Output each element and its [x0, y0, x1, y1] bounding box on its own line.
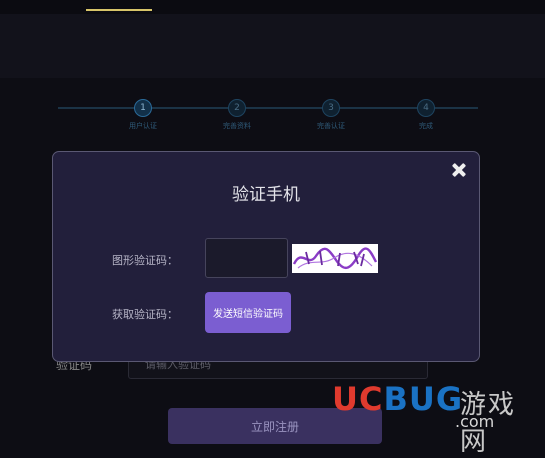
- captcha-image[interactable]: [292, 244, 378, 273]
- step-number: 4: [417, 99, 435, 117]
- captcha-input[interactable]: [205, 238, 288, 278]
- step-label: 完成: [419, 122, 433, 130]
- step-1: 1 用户认证: [113, 99, 173, 131]
- progress-steps: 1 用户认证 2 完善资料 3 完善认证 4 完成: [0, 95, 545, 135]
- verify-phone-dialog: 验证手机 图形验证码： 获取验证码： 发送短信验证码: [52, 151, 480, 362]
- watermark-domain: .com: [455, 412, 495, 431]
- active-tab-indicator: [86, 9, 152, 11]
- step-number: 2: [228, 99, 246, 117]
- step-label: 完善认证: [317, 122, 345, 130]
- step-label: 用户认证: [129, 122, 157, 130]
- send-sms-button[interactable]: 发送短信验证码: [205, 292, 291, 333]
- step-2: 2 完善资料: [207, 99, 267, 131]
- close-icon[interactable]: [451, 162, 467, 178]
- step-number: 1: [134, 99, 152, 117]
- step-3: 3 完善认证: [301, 99, 361, 131]
- dialog-title: 验证手机: [232, 185, 300, 205]
- captcha-label: 图形验证码：: [112, 254, 178, 267]
- step-4: 4 完成: [396, 99, 456, 131]
- ucbug-watermark: UCBUG 游戏网 .com: [332, 378, 542, 457]
- sms-code-label: 获取验证码：: [112, 308, 178, 321]
- top-nav-bar: [0, 0, 545, 14]
- watermark-logo: UCBUG: [332, 380, 464, 418]
- header-band: [0, 14, 545, 78]
- step-number: 3: [322, 99, 340, 117]
- step-label: 完善资料: [223, 122, 251, 130]
